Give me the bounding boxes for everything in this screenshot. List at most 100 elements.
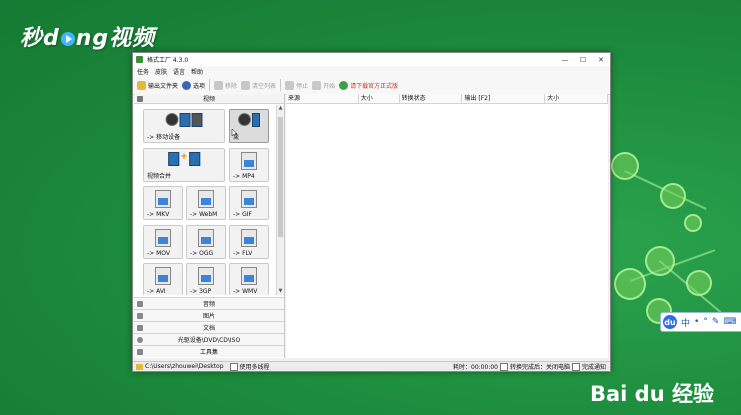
start-button[interactable]: 开始 bbox=[312, 80, 335, 90]
ime-item[interactable]: 中 bbox=[681, 316, 690, 329]
close-button[interactable]: ✕ bbox=[592, 56, 610, 64]
tools-scrollbar[interactable]: ▲ ▼ bbox=[276, 105, 284, 295]
title-bar[interactable]: 格式工厂 4.3.0 — ☐ ✕ bbox=[133, 53, 610, 66]
mkv-file-icon bbox=[155, 190, 171, 208]
options-icon bbox=[182, 80, 192, 90]
clear-list-button[interactable]: 清空列表 bbox=[241, 80, 276, 90]
gif-file-icon bbox=[241, 190, 257, 208]
remove-button[interactable]: 移除 bbox=[214, 80, 237, 90]
window-title: 格式工厂 4.3.0 bbox=[147, 57, 189, 64]
toolbar-divider bbox=[280, 79, 282, 91]
tile-wmv[interactable]: -> WMV bbox=[229, 263, 269, 295]
folder-icon bbox=[137, 80, 146, 90]
ogg-file-icon bbox=[198, 229, 214, 247]
column-source[interactable]: 来源 bbox=[286, 94, 359, 103]
flv-file-icon bbox=[241, 229, 257, 247]
stop-icon bbox=[285, 80, 295, 90]
category-audio[interactable]: 音频 bbox=[134, 297, 284, 309]
multithread-label: 使用多线程 bbox=[239, 364, 270, 371]
notify-label: 完成通知 bbox=[581, 364, 606, 371]
tile-mkv[interactable]: -> MKV bbox=[143, 186, 183, 220]
menu-language[interactable]: 语言 bbox=[173, 67, 185, 76]
reel-icon bbox=[165, 113, 179, 126]
decor-node bbox=[614, 268, 646, 300]
options-button[interactable]: 选项 bbox=[182, 80, 205, 90]
category-disc[interactable]: 光驱设备\DVD\CD\ISO bbox=[134, 333, 284, 345]
video-category-header[interactable]: 视频 bbox=[134, 94, 284, 104]
ime-item[interactable]: ° bbox=[703, 317, 708, 327]
task-list-header: 来源 大小 转换状态 输出 [F2] 大小 bbox=[286, 94, 608, 104]
film-icon bbox=[252, 113, 260, 127]
ime-toolbar[interactable]: du 中 • ° ✎ ⌨ bbox=[660, 312, 741, 332]
video-icon bbox=[137, 95, 143, 102]
tile-3gp[interactable]: -> 3GP bbox=[186, 263, 226, 295]
tile-flv[interactable]: -> FLV bbox=[229, 225, 269, 259]
mp4-file-icon bbox=[241, 152, 257, 170]
mov-file-icon bbox=[155, 229, 171, 247]
scroll-thumb[interactable] bbox=[278, 117, 283, 237]
column-output[interactable]: 输出 [F2] bbox=[462, 94, 546, 103]
tile-gif[interactable]: -> GIF bbox=[229, 186, 269, 220]
category-tools[interactable]: 工具集 bbox=[134, 345, 284, 357]
category-image[interactable]: 图片 bbox=[134, 309, 284, 321]
elapsed-time: 耗时：00:00:00 bbox=[453, 364, 498, 371]
scroll-down-arrow-icon[interactable]: ▼ bbox=[277, 288, 284, 295]
output-folder-button[interactable]: 输出文件夹 bbox=[137, 80, 178, 90]
output-path[interactable]: C:\Users\zhouwei\Desktop bbox=[145, 363, 224, 370]
toolbox-icon bbox=[137, 348, 143, 355]
status-bar: C:\Users\zhouwei\Desktop 使用多线程 耗时：00:00:… bbox=[133, 361, 610, 371]
shutdown-label: 转换完成后：关闭电脑 bbox=[509, 364, 570, 371]
decor-node bbox=[645, 246, 675, 276]
avi-file-icon bbox=[155, 267, 171, 285]
menu-task[interactable]: 任务 bbox=[137, 67, 149, 76]
film-icon bbox=[168, 152, 180, 166]
menu-skin[interactable]: 皮肤 bbox=[155, 67, 167, 76]
category-panel: 视频 -> 移动设备 流 + 视频合并 -> MP4 -> MKV -> Web… bbox=[134, 94, 285, 358]
category-document[interactable]: 文档 bbox=[134, 321, 284, 333]
ime-item[interactable]: ⌨ bbox=[723, 317, 736, 327]
menu-help[interactable]: 帮助 bbox=[191, 67, 203, 76]
hand-cursor-icon bbox=[231, 129, 237, 138]
disc-icon bbox=[137, 336, 143, 343]
column-size[interactable]: 大小 bbox=[359, 94, 400, 103]
shutdown-checkbox[interactable] bbox=[499, 362, 508, 371]
tile-mp4[interactable]: -> MP4 bbox=[229, 148, 269, 182]
webm-file-icon bbox=[198, 190, 214, 208]
maximize-button[interactable]: ☐ bbox=[574, 56, 592, 64]
stop-button[interactable]: 停止 bbox=[285, 80, 308, 90]
download-official-link[interactable]: 请下载官方正式版 bbox=[339, 80, 398, 90]
tile-video-merge[interactable]: + 视频合并 bbox=[143, 148, 225, 182]
ime-item[interactable]: ✎ bbox=[712, 317, 720, 327]
decor-node bbox=[660, 183, 686, 209]
phone-icon bbox=[191, 113, 203, 127]
decor-node bbox=[684, 214, 702, 232]
stream-icon bbox=[238, 113, 251, 126]
minimize-button[interactable]: — bbox=[556, 56, 574, 64]
tile-avi[interactable]: -> AVI bbox=[143, 263, 183, 295]
column-output-size[interactable]: 大小 bbox=[545, 94, 608, 103]
decor-node bbox=[686, 270, 712, 296]
tile-ogg[interactable]: -> OGG bbox=[186, 225, 226, 259]
clear-icon bbox=[241, 80, 251, 90]
tile-mov[interactable]: -> MOV bbox=[143, 225, 183, 259]
tile-webm[interactable]: -> WebM bbox=[186, 186, 226, 220]
notify-checkbox[interactable] bbox=[571, 362, 580, 371]
plus-icon: + bbox=[180, 152, 188, 162]
globe-icon bbox=[339, 80, 349, 90]
audio-icon bbox=[137, 300, 143, 307]
ime-logo[interactable]: du bbox=[663, 315, 677, 329]
image-icon bbox=[137, 312, 143, 319]
video-tools-grid: -> 移动设备 流 + 视频合并 -> MP4 -> MKV -> WebM -… bbox=[136, 105, 276, 295]
column-status[interactable]: 转换状态 bbox=[400, 94, 463, 103]
scroll-up-arrow-icon[interactable]: ▲ bbox=[277, 105, 284, 112]
remove-icon bbox=[214, 80, 224, 90]
tile-mobile-device[interactable]: -> 移动设备 bbox=[143, 109, 225, 143]
baidu-watermark: Bai du 经验 bbox=[590, 382, 714, 406]
format-factory-window: 格式工厂 4.3.0 — ☐ ✕ 任务 皮肤 语言 帮助 输出文件夹 选项 移除… bbox=[132, 52, 611, 372]
app-icon bbox=[136, 56, 143, 63]
wmv-file-icon bbox=[241, 267, 257, 285]
3gp-file-icon bbox=[198, 267, 214, 285]
multithread-checkbox[interactable] bbox=[229, 362, 238, 371]
ime-item[interactable]: • bbox=[694, 317, 699, 327]
task-list[interactable]: 来源 大小 转换状态 输出 [F2] 大小 bbox=[286, 94, 608, 358]
